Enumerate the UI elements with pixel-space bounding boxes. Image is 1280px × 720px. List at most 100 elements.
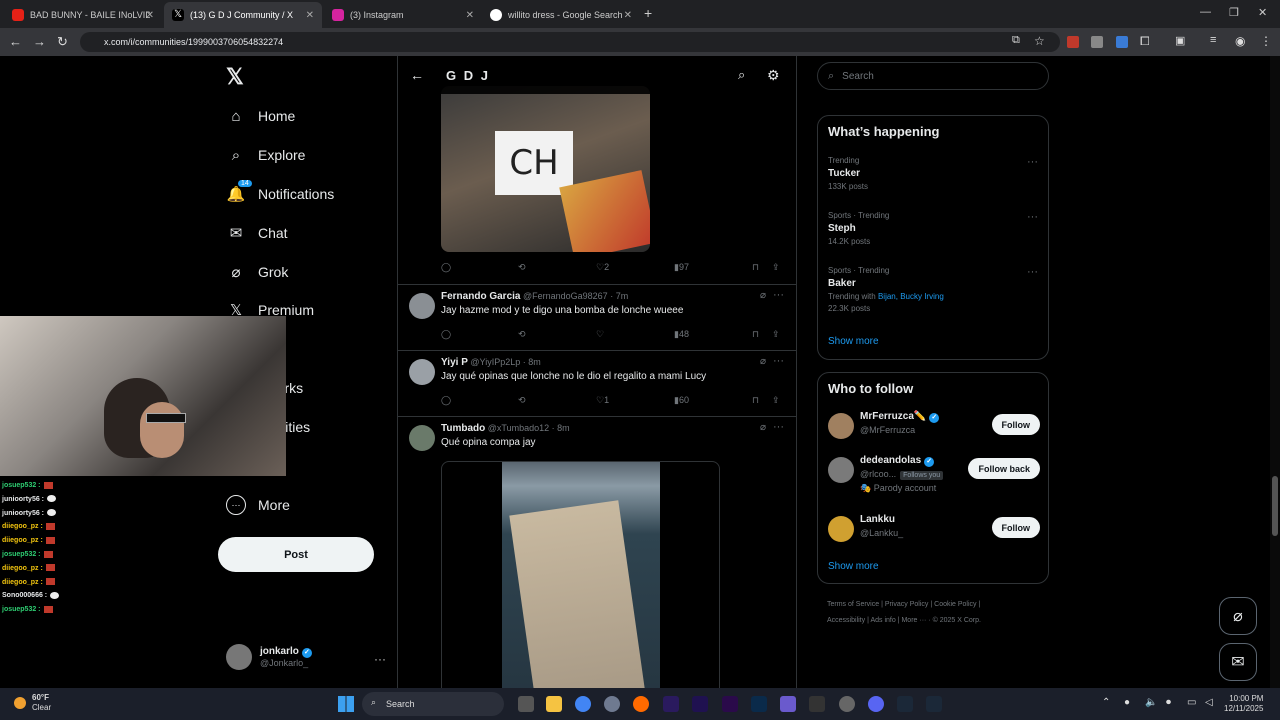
back-icon[interactable]: ←	[9, 34, 22, 49]
adblock-extension-icon[interactable]	[1067, 36, 1079, 48]
account-switcher[interactable]: jonkarlo ✓ @Jonkarlo_ ···	[226, 644, 386, 670]
search-icon[interactable]: ⌕	[738, 67, 745, 83]
repost-icon[interactable]: ⟲	[518, 329, 526, 340]
more-icon[interactable]: ···	[773, 421, 784, 433]
views-icon[interactable]: ▮ 60	[674, 395, 689, 406]
footer-link[interactable]: Privacy Policy	[885, 601, 929, 608]
app-icon[interactable]	[633, 696, 649, 712]
taskbar-search[interactable]: ⌕ Search	[362, 692, 504, 716]
reply-icon[interactable]: ◯	[441, 329, 451, 340]
media-icon[interactable]: ≡	[1210, 34, 1216, 46]
follow-button[interactable]: Follow	[991, 414, 1040, 435]
tweet[interactable]: Fernando Garcia @FernandoGa98267 · 7m Ja…	[398, 284, 796, 350]
menu-icon[interactable]: ⋮	[1260, 34, 1272, 48]
sidebar-icon[interactable]: ▣	[1175, 34, 1185, 47]
repost-icon[interactable]: ⟲	[518, 262, 526, 273]
sidebar-item-notifications[interactable]: 🔔 14 Notifications	[226, 180, 334, 204]
clock[interactable]: 10:00 PM 12/11/2025	[1224, 694, 1263, 714]
post-button[interactable]: Post	[218, 537, 374, 572]
discord-icon[interactable]	[868, 696, 884, 712]
app-icon[interactable]	[780, 696, 796, 712]
tab-bad-bunny[interactable]: BAD BUNNY - BAILE INoLVIDAB ✕	[4, 2, 162, 28]
like-icon[interactable]: ♡ 2	[596, 262, 609, 273]
follow-button[interactable]: Follow	[991, 517, 1040, 538]
weather-widget[interactable]: 60°F Clear	[14, 693, 51, 713]
sidebar-item-explore[interactable]: ⌕ Explore	[226, 145, 306, 165]
extension-icon[interactable]	[1116, 36, 1128, 48]
trend-item[interactable]: Sports · Trending Baker Trending with Bi…	[828, 266, 1038, 313]
follow-suggestion[interactable]: dedeandolas ✓ @rlcoo... Follows you 🎭 Paro…	[828, 453, 1040, 499]
tab-google-search[interactable]: willito dress - Google Search ✕	[482, 2, 640, 28]
search-input[interactable]: ⌕ Search	[817, 62, 1049, 90]
repost-icon[interactable]: ⟲	[518, 395, 526, 406]
gear-icon[interactable]: ⚙	[767, 67, 780, 84]
grok-icon[interactable]: ⌀	[760, 356, 766, 367]
trend-item[interactable]: Trending Tucker 133K posts ···	[828, 156, 1038, 191]
app-icon[interactable]	[604, 696, 620, 712]
footer-link[interactable]: More ···	[901, 617, 926, 624]
tweet[interactable]: Tumbado @xTumbado12 · 8m Qué opina compa…	[398, 416, 796, 688]
volume-icon[interactable]: ◁	[1205, 697, 1213, 708]
share-icon[interactable]: ⇪	[772, 395, 780, 406]
close-icon[interactable]: ✕	[306, 10, 314, 21]
like-icon[interactable]: ♡ 1	[596, 395, 609, 406]
views-icon[interactable]: ▮ 48	[674, 329, 689, 340]
app-icon[interactable]	[839, 696, 855, 712]
bookmark-icon[interactable]: ⊓	[752, 329, 759, 340]
sidebar-item-more[interactable]: ⋯ More	[226, 495, 290, 515]
post-image[interactable]: CH	[441, 86, 650, 252]
back-arrow-icon[interactable]: ←	[410, 67, 424, 83]
grok-icon[interactable]: ⌀	[760, 290, 766, 301]
media-encoder-icon[interactable]	[663, 696, 679, 712]
trend-related-links[interactable]: Bijan, Bucky Irving	[878, 292, 944, 301]
file-explorer-icon[interactable]	[546, 696, 562, 712]
windows-start-icon[interactable]	[338, 696, 354, 712]
chevron-up-icon[interactable]: ⌃	[1102, 697, 1110, 708]
close-icon[interactable]: ✕	[466, 10, 474, 21]
profile-icon[interactable]: ◉	[1235, 34, 1245, 48]
extension-icon[interactable]	[1091, 36, 1103, 48]
show-more-link[interactable]: Show more	[828, 561, 879, 572]
cast-icon[interactable]: ⧉	[1012, 34, 1020, 47]
follow-suggestion[interactable]: MrFerruzca✏️ ✓ @MrFerruzca Follow	[828, 409, 1040, 445]
tray-icon[interactable]: ●	[1124, 697, 1130, 708]
steam-icon[interactable]	[926, 696, 942, 712]
share-icon[interactable]: ⇪	[772, 262, 780, 273]
show-more-link[interactable]: Show more	[828, 336, 879, 347]
bookmark-icon[interactable]: ⊓	[752, 262, 759, 273]
grok-icon[interactable]: ⌀	[760, 422, 766, 433]
more-icon[interactable]: ···	[773, 289, 784, 301]
forward-icon[interactable]: →	[33, 34, 46, 49]
reply-icon[interactable]: ◯	[441, 395, 451, 406]
close-icon[interactable]: ✕	[146, 10, 154, 21]
follow-back-button[interactable]: Follow back	[968, 458, 1040, 479]
follow-suggestion[interactable]: Lankku @Lankku_ Follow	[828, 512, 1040, 548]
url-bar[interactable]: x.com/i/communities/1999003706054832274	[80, 32, 1060, 52]
tab-instagram[interactable]: (3) Instagram ✕	[324, 2, 482, 28]
footer-link[interactable]: Terms of Service	[827, 601, 879, 608]
tweet[interactable]: Yiyi P @YiyIPp2Lp · 8m Jay qué opinas qu…	[398, 350, 796, 416]
sidebar-item-grok[interactable]: ⌀ Grok	[226, 262, 288, 282]
trend-item[interactable]: Sports · Trending Steph 14.2K posts ···	[828, 211, 1038, 246]
more-icon[interactable]: ···	[1027, 211, 1038, 223]
reload-icon[interactable]: ↻	[57, 34, 68, 50]
mic-icon[interactable]: ⏺	[1166, 697, 1171, 708]
more-icon[interactable]: ···	[1027, 156, 1038, 168]
more-icon[interactable]: ···	[773, 355, 784, 367]
network-icon[interactable]: ▭	[1187, 697, 1196, 708]
bookmark-icon[interactable]: ⊓	[752, 395, 759, 406]
puzzle-icon[interactable]: ⧠	[1140, 34, 1150, 49]
chrome-icon[interactable]	[575, 696, 591, 712]
tab-gdj-community[interactable]: 𝕏 (13) G D J Community / X ✕	[164, 2, 322, 28]
speaker-icon[interactable]: 🔈	[1145, 697, 1157, 708]
scrollbar-thumb[interactable]	[1272, 476, 1278, 536]
footer-link[interactable]: Ads info	[870, 617, 895, 624]
photoshop-icon[interactable]	[751, 696, 767, 712]
new-tab-button[interactable]: +	[644, 5, 652, 21]
app-icon[interactable]	[809, 696, 825, 712]
more-options-icon[interactable]: ···	[374, 652, 386, 666]
post-video[interactable]	[441, 461, 720, 688]
restore-icon[interactable]: ❐	[1229, 6, 1239, 19]
premiere-icon[interactable]	[722, 696, 738, 712]
x-logo-icon[interactable]: 𝕏	[226, 64, 244, 90]
